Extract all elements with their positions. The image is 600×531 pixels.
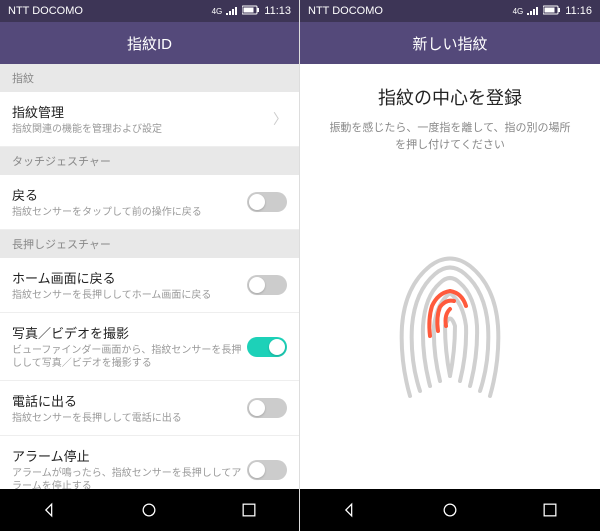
item-title: ホーム画面に戻る [12,268,247,287]
statusbar: NTT DOCOMO 4G 11:13 [0,0,299,22]
signal-icon [226,5,238,18]
nav-recent-button[interactable] [219,489,279,531]
battery-icon [242,5,260,18]
page-title: 指紋ID [0,22,299,64]
fingerprint-graphic [380,183,520,469]
item-subtitle: ビューファインダー画面から、指紋センサーを長押しして写真／ビデオを撮影する [12,344,247,370]
settings-list[interactable]: 指紋 指紋管理 指紋関連の機能を管理および設定 〉 タッチジェスチャー 戻る 指… [0,64,299,489]
nav-recent-button[interactable] [520,489,580,531]
item-home[interactable]: ホーム画面に戻る 指紋センサーを長押ししてホーム画面に戻る [0,258,299,313]
enroll-heading: 指紋の中心を登録 [378,84,522,110]
screen-fingerprint-id: NTT DOCOMO 4G 11:13 指紋ID 指紋 指紋管理 指紋関連の機能… [0,0,300,531]
item-back[interactable]: 戻る 指紋センサーをタップして前の操作に戻る [0,175,299,230]
toggle-back[interactable] [247,192,287,212]
chevron-right-icon: 〉 [273,109,287,129]
toggle-call[interactable] [247,398,287,418]
screen-enroll-fingerprint: NTT DOCOMO 4G 11:16 新しい指紋 指紋の中心を登録 振動を感じ… [300,0,600,531]
item-photo[interactable]: 写真／ビデオを撮影 ビューファインダー画面から、指紋センサーを長押しして写真／ビ… [0,313,299,381]
item-subtitle: 指紋センサーをタップして前の操作に戻る [12,206,247,219]
item-title: アラーム停止 [12,446,247,465]
status-icons: 4G 11:16 [513,5,592,18]
section-fingerprint: 指紋 [0,64,299,92]
item-subtitle: 指紋センサーを長押ししてホーム画面に戻る [12,289,247,302]
item-subtitle: アラームが鳴ったら、指紋センサーを長押ししてアラームを停止する [12,467,247,489]
clock-label: 11:16 [565,5,592,17]
navbar [300,489,600,531]
carrier-label: NTT DOCOMO [8,5,83,17]
item-alarm[interactable]: アラーム停止 アラームが鳴ったら、指紋センサーを長押ししてアラームを停止する [0,436,299,489]
fingerprint-icon [380,241,520,411]
toggle-alarm[interactable] [247,460,287,480]
toggle-photo[interactable] [247,337,287,357]
enroll-description: 振動を感じたら、一度指を離して、指の別の場所を押し付けてください [324,120,576,153]
carrier-label: NTT DOCOMO [308,5,383,17]
section-touch-gesture: タッチジェスチャー [0,147,299,175]
status-icons: 4G 11:13 [212,5,291,18]
nav-home-button[interactable] [119,489,179,531]
nav-back-button[interactable] [20,489,80,531]
nav-back-button[interactable] [320,489,380,531]
item-title: 電話に出る [12,391,247,410]
network-label: 4G [212,7,223,16]
item-subtitle: 指紋センサーを長押しして電話に出る [12,412,247,425]
clock-label: 11:13 [264,5,291,17]
battery-icon [543,5,561,18]
page-title: 新しい指紋 [300,22,600,64]
statusbar: NTT DOCOMO 4G 11:16 [300,0,600,22]
section-longpress-gesture: 長押しジェスチャー [0,230,299,258]
item-subtitle: 指紋関連の機能を管理および設定 [12,123,273,136]
toggle-home[interactable] [247,275,287,295]
item-manage[interactable]: 指紋管理 指紋関連の機能を管理および設定 〉 [0,92,299,147]
network-label: 4G [513,7,524,16]
item-call[interactable]: 電話に出る 指紋センサーを長押しして電話に出る [0,381,299,436]
item-title: 写真／ビデオを撮影 [12,323,247,342]
enroll-area: 指紋の中心を登録 振動を感じたら、一度指を離して、指の別の場所を押し付けてくださ… [300,64,600,489]
signal-icon [527,5,539,18]
nav-home-button[interactable] [420,489,480,531]
navbar [0,489,299,531]
item-title: 戻る [12,185,247,204]
item-title: 指紋管理 [12,102,273,121]
